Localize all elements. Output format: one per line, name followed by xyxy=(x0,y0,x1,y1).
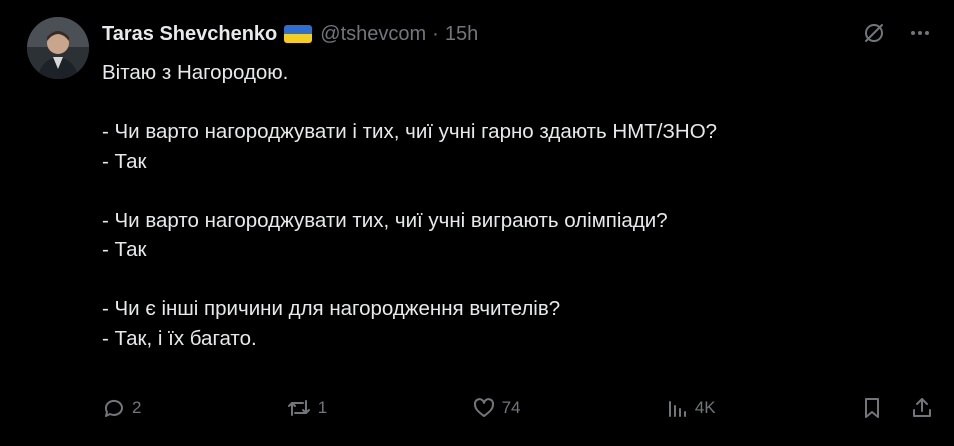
like-count: 74 xyxy=(501,398,521,417)
views-icon xyxy=(668,401,686,417)
avatar[interactable] xyxy=(27,17,89,79)
bookmark-icon xyxy=(864,398,879,418)
avatar-photo xyxy=(27,17,89,79)
reply-button[interactable]: 2 xyxy=(102,396,141,420)
repost-button[interactable]: 1 xyxy=(286,396,327,420)
tweet-header: Taras Shevchenko @tshevcom · 15h xyxy=(102,20,934,48)
separator-dot: · xyxy=(432,22,439,45)
heart-icon xyxy=(473,398,494,417)
tweet-time[interactable]: 15h xyxy=(445,23,478,46)
right-actions xyxy=(860,396,934,420)
share-button[interactable] xyxy=(910,396,934,420)
top-actions xyxy=(862,21,932,45)
tweet-text: Вітаю з Нагородою. - Чи варто нагороджув… xyxy=(102,61,718,350)
share-icon xyxy=(912,398,931,417)
repost-count: 1 xyxy=(317,398,328,417)
ukraine-flag-icon xyxy=(284,25,313,43)
more-icon[interactable] xyxy=(908,21,932,45)
author-handle[interactable]: @tshevcom xyxy=(320,23,426,46)
author-name[interactable]: Taras Shevchenko xyxy=(102,23,277,46)
reply-icon xyxy=(104,399,123,417)
bookmark-button[interactable] xyxy=(860,396,884,420)
grok-icon[interactable] xyxy=(862,21,886,45)
views-button[interactable]: 4K xyxy=(665,396,716,420)
reply-count: 2 xyxy=(132,398,142,417)
repost-icon xyxy=(287,400,310,416)
like-button[interactable]: 74 xyxy=(472,396,521,420)
tweet-actions: 2 1 74 4K xyxy=(102,393,934,423)
view-count: 4K xyxy=(694,398,716,417)
